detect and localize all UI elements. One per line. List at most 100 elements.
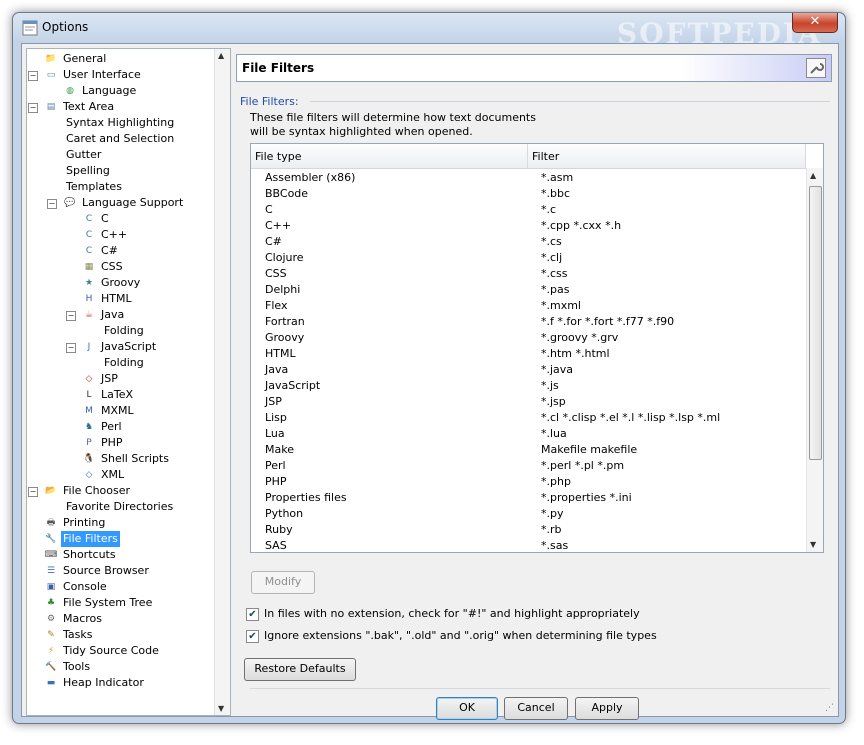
tree-item[interactable]: C C#: [27, 243, 212, 259]
column-separator[interactable]: [527, 144, 528, 168]
tree-item-label[interactable]: Language Support: [80, 195, 185, 211]
scroll-down-icon[interactable]: ▼: [218, 704, 224, 713]
table-row[interactable]: JSP *.jsp: [251, 394, 806, 410]
tree-item[interactable]: − ☕ Java: [27, 307, 212, 323]
table-row[interactable]: Clojure *.clj: [251, 250, 806, 266]
tree-item[interactable]: ⌨ Shortcuts: [27, 547, 212, 563]
tree-item[interactable]: Spelling: [27, 163, 212, 179]
tree-item-label[interactable]: Tasks: [61, 627, 94, 643]
tree-item[interactable]: − J JavaScript: [27, 339, 212, 355]
tree-item[interactable]: ◍ Language: [27, 83, 212, 99]
tree-item-label[interactable]: File Chooser: [61, 483, 132, 499]
tree-item-label[interactable]: Folding: [102, 355, 146, 371]
table-row[interactable]: Delphi *.pas: [251, 282, 806, 298]
tree-item-label[interactable]: Syntax Highlighting: [64, 115, 176, 131]
tree-item[interactable]: ☰ Source Browser: [27, 563, 212, 579]
tree-item-label[interactable]: Spelling: [64, 163, 112, 179]
table-row[interactable]: PHP *.php: [251, 474, 806, 490]
tree-item-label[interactable]: General: [61, 51, 108, 67]
table-row[interactable]: BBCode *.bbc: [251, 186, 806, 202]
tree-item[interactable]: 🐧 Shell Scripts: [27, 451, 212, 467]
tree-item-label[interactable]: Caret and Selection: [64, 131, 176, 147]
tree-item[interactable]: 🔨 Tools: [27, 659, 212, 675]
tree-item-label[interactable]: Language: [80, 83, 138, 99]
tree-item-label[interactable]: HTML: [99, 291, 134, 307]
tree-item[interactable]: 📁 General: [27, 51, 212, 67]
tree-item-label[interactable]: User Interface: [61, 67, 143, 83]
tree-item[interactable]: ▦ CSS: [27, 259, 212, 275]
collapse-icon[interactable]: −: [28, 103, 38, 113]
tree-item-label[interactable]: Source Browser: [61, 563, 151, 579]
tree-item-label[interactable]: JavaScript: [99, 339, 158, 355]
tree-item-label[interactable]: C++: [99, 227, 129, 243]
table-row[interactable]: Ruby *.rb: [251, 522, 806, 538]
table-row[interactable]: Properties files *.properties *.ini: [251, 490, 806, 506]
table-row[interactable]: Lua *.lua: [251, 426, 806, 442]
tree-item[interactable]: ⚡ Tidy Source Code: [27, 643, 212, 659]
title-bar[interactable]: Options SOFTPEDIA ✕: [13, 13, 845, 50]
tree-item[interactable]: ⚙ Macros: [27, 611, 212, 627]
tree-item[interactable]: Folding: [27, 323, 212, 339]
column-separator[interactable]: [805, 144, 806, 168]
collapse-icon[interactable]: −: [66, 311, 76, 321]
table-row[interactable]: Flex *.mxml: [251, 298, 806, 314]
cancel-button[interactable]: Cancel: [504, 697, 568, 720]
table-row[interactable]: Fortran *.f *.for *.fort *.f77 *.f90: [251, 314, 806, 330]
tree-item-label[interactable]: Perl: [99, 419, 124, 435]
tree-item-label[interactable]: Printing: [61, 515, 107, 531]
tree-scrollbar[interactable]: ▲ ▼: [214, 49, 230, 715]
tree-item[interactable]: − ▭ User Interface: [27, 67, 212, 83]
tree-item[interactable]: − ▤ Text Area: [27, 99, 212, 115]
tree-item-label[interactable]: Text Area: [61, 99, 116, 115]
table-scrollbar[interactable]: ▲ ▼: [806, 168, 823, 552]
tree-item-label[interactable]: JSP: [99, 371, 120, 387]
tree-item-label[interactable]: Console: [61, 579, 109, 595]
tree-item[interactable]: Templates: [27, 179, 212, 195]
table-row[interactable]: C *.c: [251, 202, 806, 218]
tree-item[interactable]: ◇ XML: [27, 467, 212, 483]
tree-item[interactable]: Favorite Directories: [27, 499, 212, 515]
collapse-icon[interactable]: −: [28, 487, 38, 497]
tree-item-label[interactable]: CSS: [99, 259, 125, 275]
no-extension-checkbox[interactable]: ✔: [246, 608, 259, 621]
tree-item[interactable]: CC: [27, 211, 212, 227]
tree-item-label[interactable]: C: [99, 211, 111, 227]
table-row[interactable]: Lisp *.cl *.clisp *.el *.l *.lisp *.lsp *…: [251, 410, 806, 426]
tree-item[interactable]: Folding: [27, 355, 212, 371]
scroll-down-icon[interactable]: ▼: [810, 540, 816, 549]
tree-item-label[interactable]: Folding: [102, 323, 146, 339]
resize-grip-icon[interactable]: ⋰: [825, 703, 834, 713]
tree-item[interactable]: − 📂 File Chooser: [27, 483, 212, 499]
tree-item[interactable]: L LaTeX: [27, 387, 212, 403]
tree-item[interactable]: ♣ File System Tree: [27, 595, 212, 611]
table-row[interactable]: C# *.cs: [251, 234, 806, 250]
table-row[interactable]: JavaScript *.js: [251, 378, 806, 394]
tree-item-label[interactable]: C#: [99, 243, 120, 259]
scroll-thumb[interactable]: [809, 186, 822, 460]
table-row[interactable]: Make Makefile makefile: [251, 442, 806, 458]
tree-item-label[interactable]: PHP: [99, 435, 125, 451]
tree-item-label[interactable]: Groovy: [99, 275, 142, 291]
tree-item[interactable]: − 💬 Language Support: [27, 195, 212, 211]
tree-item[interactable]: ▣ Console: [27, 579, 212, 595]
scroll-up-icon[interactable]: ▲: [810, 171, 816, 180]
tree-item-label[interactable]: Java: [99, 307, 126, 323]
tree-item-label[interactable]: Gutter: [64, 147, 103, 163]
tree-item-label[interactable]: File Filters: [61, 531, 120, 547]
tree-item[interactable]: ★ Groovy: [27, 275, 212, 291]
tree-item[interactable]: Caret and Selection: [27, 131, 212, 147]
tree-item-label[interactable]: Heap Indicator: [61, 675, 146, 691]
column-filter[interactable]: Filter: [532, 150, 559, 163]
table-row[interactable]: Perl *.perl *.pl *.pm: [251, 458, 806, 474]
tree-item[interactable]: 🔧 File Filters: [27, 531, 212, 547]
collapse-icon[interactable]: −: [66, 343, 76, 353]
table-row[interactable]: CSS *.css: [251, 266, 806, 282]
tree-item[interactable]: ◇ JSP: [27, 371, 212, 387]
tree-item[interactable]: C C++: [27, 227, 212, 243]
tree-item-label[interactable]: XML: [99, 467, 126, 483]
column-file-type[interactable]: File type: [255, 150, 301, 163]
table-row[interactable]: C++ *.cpp *.cxx *.h: [251, 218, 806, 234]
table-row[interactable]: Python *.py: [251, 506, 806, 522]
tree-item[interactable]: Syntax Highlighting: [27, 115, 212, 131]
collapse-icon[interactable]: −: [47, 199, 57, 209]
